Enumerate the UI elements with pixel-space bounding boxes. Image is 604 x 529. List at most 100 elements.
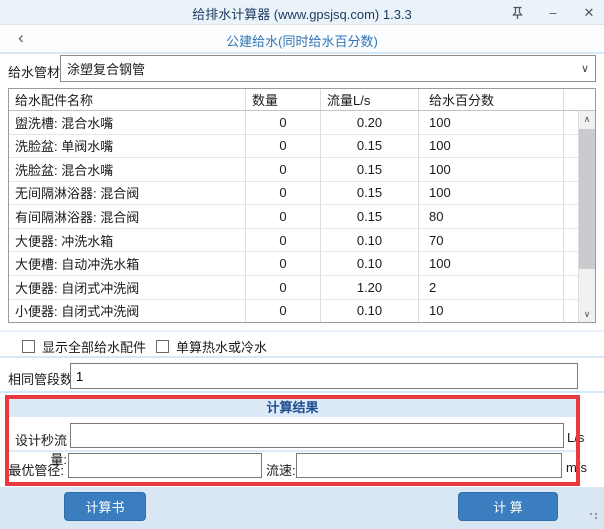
table-row[interactable]: 洗脸盆: 混合水嘴 0 0.15 100	[9, 158, 578, 182]
header-percentage: 给水百分数	[419, 89, 564, 110]
cell-quantity[interactable]: 0	[246, 182, 321, 205]
pipe-material-value: 涂塑复合钢管	[61, 59, 575, 78]
checkbox-label: 单算热水或冷水	[176, 337, 267, 356]
segments-input[interactable]	[70, 363, 578, 389]
cell-quantity[interactable]: 0	[246, 205, 321, 228]
cell-filler	[564, 158, 578, 181]
scroll-up-icon[interactable]: ∧	[579, 111, 595, 127]
checkbox-icon[interactable]	[156, 340, 169, 353]
results-title: 计算结果	[9, 399, 576, 417]
table-row[interactable]: 盥洗槽: 混合水嘴 0 0.20 100	[9, 111, 578, 135]
cell-quantity[interactable]: 0	[246, 300, 321, 323]
cell-fixture-name: 大便器: 自闭式冲洗阀	[9, 276, 246, 299]
separator	[0, 52, 604, 54]
close-icon[interactable]: ✕	[578, 3, 600, 23]
table-row[interactable]: 大便槽: 自动冲洗水箱 0 0.10 100	[9, 252, 578, 276]
design-flow-input[interactable]	[70, 423, 564, 448]
titlebar-icons: – ✕	[506, 0, 600, 25]
cell-fixture-name: 无间隔淋浴器: 混合阀	[9, 182, 246, 205]
checkbox-hot-or-cold-only[interactable]: 单算热水或冷水	[156, 337, 267, 356]
cell-flow: 0.10	[321, 252, 419, 275]
table-row[interactable]: 大便器: 自闭式冲洗阀 0 1.20 2	[9, 276, 578, 300]
minimize-icon[interactable]: –	[542, 3, 564, 23]
table-body: 盥洗槽: 混合水嘴 0 0.20 100 洗脸盆: 单阀水嘴 0 0.15 10…	[9, 111, 578, 322]
separator	[0, 330, 604, 332]
cell-quantity[interactable]: 0	[246, 252, 321, 275]
cell-percentage: 100	[419, 135, 564, 158]
cell-filler	[564, 252, 578, 275]
table-row[interactable]: 有间隔淋浴器: 混合阀 0 0.15 80	[9, 205, 578, 229]
separator	[0, 391, 604, 393]
cell-filler	[564, 205, 578, 228]
bottom-bar: 计算书 计 算	[0, 487, 604, 529]
velocity-unit: m/s	[566, 460, 587, 475]
table-row[interactable]: 洗脸盆: 单阀水嘴 0 0.15 100	[9, 135, 578, 159]
design-flow-unit: L/s	[567, 430, 584, 445]
cell-flow: 0.20	[321, 111, 419, 134]
cell-filler	[564, 111, 578, 134]
page-title: 公建给水(同时给水百分数)	[0, 31, 604, 50]
cell-filler	[564, 182, 578, 205]
scrollbar-thumb[interactable]	[579, 129, 595, 269]
optimal-diameter-input[interactable]	[68, 453, 262, 478]
pipe-material-select[interactable]: 涂塑复合钢管 ∨	[60, 55, 596, 82]
cell-percentage: 70	[419, 229, 564, 252]
header-fixture-name: 给水配件名称	[9, 89, 246, 110]
table-row[interactable]: 无间隔淋浴器: 混合阀 0 0.15 100	[9, 182, 578, 206]
cell-fixture-name: 有间隔淋浴器: 混合阀	[9, 205, 246, 228]
cell-filler	[564, 135, 578, 158]
separator	[9, 450, 576, 452]
cell-quantity[interactable]: 0	[246, 276, 321, 299]
header-filler	[564, 89, 578, 110]
cell-flow: 0.15	[321, 158, 419, 181]
resize-grip-icon[interactable]	[589, 512, 599, 520]
table-row[interactable]: 大便器: 冲洗水箱 0 0.10 70	[9, 229, 578, 253]
cell-percentage: 80	[419, 205, 564, 228]
table-header-row: 给水配件名称 数量 流量L/s 给水百分数	[9, 89, 595, 111]
cell-percentage: 100	[419, 111, 564, 134]
header-flow: 流量L/s	[321, 89, 419, 110]
options-row: 显示全部给水配件 单算热水或冷水	[0, 337, 604, 355]
velocity-label: 流速:	[266, 460, 296, 479]
chevron-down-icon[interactable]: ∨	[575, 56, 595, 81]
table-row[interactable]: 小便器: 自闭式冲洗阀 0 0.10 10	[9, 300, 578, 323]
cell-fixture-name: 盥洗槽: 混合水嘴	[9, 111, 246, 134]
cell-filler	[564, 229, 578, 252]
cell-fixture-name: 洗脸盆: 单阀水嘴	[9, 135, 246, 158]
cell-percentage: 10	[419, 300, 564, 323]
titlebar: 给排水计算器 (www.gpsjsq.com) 1.3.3 – ✕	[0, 0, 604, 25]
navbar: ‹ 公建给水(同时给水百分数)	[0, 25, 604, 52]
cell-fixture-name: 大便器: 冲洗水箱	[9, 229, 246, 252]
cell-percentage: 100	[419, 158, 564, 181]
cell-fixture-name: 小便器: 自闭式冲洗阀	[9, 300, 246, 323]
cell-quantity[interactable]: 0	[246, 229, 321, 252]
cell-flow: 0.15	[321, 182, 419, 205]
app-window: 给排水计算器 (www.gpsjsq.com) 1.3.3 – ✕ ‹ 公建给水…	[0, 0, 604, 529]
cell-flow: 1.20	[321, 276, 419, 299]
pin-icon[interactable]	[506, 3, 528, 23]
checkbox-label: 显示全部给水配件	[42, 337, 146, 356]
cell-flow: 0.15	[321, 205, 419, 228]
optimal-diameter-label: 最优管径:	[7, 460, 64, 479]
header-quantity: 数量	[246, 89, 321, 110]
cell-fixture-name: 大便槽: 自动冲洗水箱	[9, 252, 246, 275]
table-scrollbar[interactable]: ∧ ∨	[578, 111, 595, 322]
cell-filler	[564, 300, 578, 323]
cell-filler	[564, 276, 578, 299]
cell-percentage: 100	[419, 252, 564, 275]
cell-flow: 0.10	[321, 300, 419, 323]
checkbox-show-all-fixtures[interactable]: 显示全部给水配件	[22, 337, 146, 356]
cell-flow: 0.10	[321, 229, 419, 252]
velocity-input[interactable]	[296, 453, 562, 478]
cell-percentage: 100	[419, 182, 564, 205]
checkbox-icon[interactable]	[22, 340, 35, 353]
separator	[0, 356, 604, 358]
cell-quantity[interactable]: 0	[246, 135, 321, 158]
cell-percentage: 2	[419, 276, 564, 299]
scroll-down-icon[interactable]: ∨	[579, 306, 595, 322]
cell-quantity[interactable]: 0	[246, 158, 321, 181]
fixtures-table: 给水配件名称 数量 流量L/s 给水百分数 盥洗槽: 混合水嘴 0 0.20 1…	[8, 88, 596, 323]
cell-quantity[interactable]: 0	[246, 111, 321, 134]
calculate-button[interactable]: 计 算	[458, 492, 558, 521]
calculation-report-button[interactable]: 计算书	[64, 492, 146, 521]
